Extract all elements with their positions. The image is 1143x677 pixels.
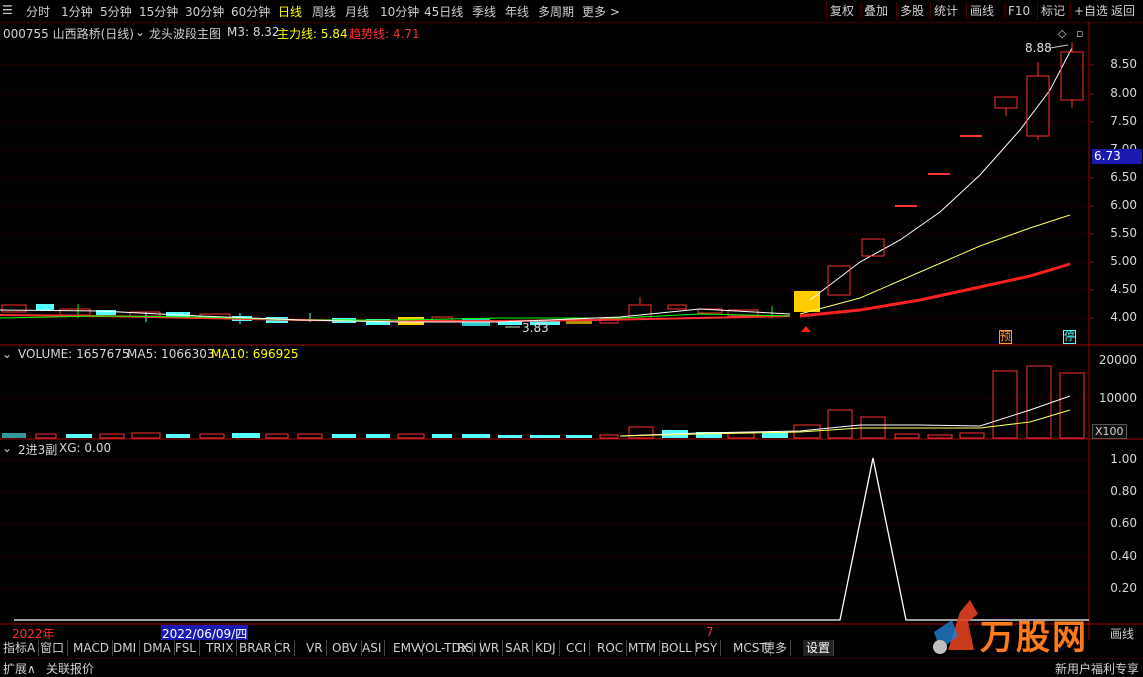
indicator-tab-7[interactable]: BRAR <box>236 640 276 656</box>
volume-value: VOLUME: 1657675 <box>18 347 130 361</box>
high-price-label: 8.88 <box>1025 41 1052 55</box>
window-icon[interactable]: ▫ <box>1076 27 1083 40</box>
sub-tick-label: 0.40 <box>1110 549 1137 563</box>
indicator-tab-22[interactable]: PSY <box>692 640 722 656</box>
price-tick-label: 4.50 <box>1110 282 1137 296</box>
sub-tick-label: 1.00 <box>1110 452 1137 466</box>
price-tick-label: 5.50 <box>1110 226 1137 240</box>
price-tick-label: 7.50 <box>1110 114 1137 128</box>
indicator-tab-5[interactable]: FSL <box>172 640 200 656</box>
indicator-tab-9[interactable]: VR <box>303 640 327 656</box>
month-label: 7 <box>706 625 714 639</box>
indicator-tab-8[interactable]: CR <box>271 640 295 656</box>
status-bar: 扩展∧ 关联报价 新用户福利专享 <box>0 658 1143 676</box>
indicator-tab-16[interactable]: SAR <box>502 640 534 656</box>
indicator-tab-3[interactable]: DMI <box>110 640 141 656</box>
chart-canvas[interactable] <box>0 0 1143 640</box>
price-tick-label: 6.00 <box>1110 198 1137 212</box>
price-tick-label: 8.00 <box>1110 86 1137 100</box>
indicator-tab-10[interactable]: OBV <box>329 640 362 656</box>
indicator-tab-0[interactable]: 指标A <box>0 640 40 656</box>
buy-arrow-icon <box>801 326 811 332</box>
new-user-promo[interactable]: 新用户福利专享 <box>1055 660 1139 677</box>
diamond-icon[interactable]: ◇ <box>1058 27 1066 40</box>
price-tick-label: 8.50 <box>1110 57 1137 71</box>
sub-collapse-icon[interactable]: ⌄ <box>2 441 12 455</box>
volume-axis-top: 20000 <box>1098 353 1137 367</box>
price-tick-label: 5.00 <box>1110 254 1137 268</box>
expand-button[interactable]: 扩展∧ <box>3 660 36 677</box>
axis-ticks <box>1089 64 1094 319</box>
indicator-tab-20[interactable]: MTM <box>625 640 661 656</box>
watermark-logo: 万股网 <box>918 592 1143 658</box>
indicator-tab-1[interactable]: 窗口 <box>37 640 69 656</box>
price-tick-label: 4.00 <box>1110 310 1137 324</box>
limit-up-marker: 停 <box>1063 330 1076 344</box>
price-tick-label: 6.50 <box>1110 170 1137 184</box>
logo-text: 万股网 <box>980 618 1088 658</box>
volume-axis-mid: 10000 <box>1098 391 1137 405</box>
low-price-label: 3.83 <box>522 321 549 335</box>
sub-indicator-name[interactable]: 2进3副 <box>18 441 57 458</box>
indicator-tab-25[interactable]: 设置 <box>803 640 835 656</box>
ma10-value: MA10: 696925 <box>211 347 299 361</box>
high-pointer <box>1049 44 1069 49</box>
sub-tick-label: 0.60 <box>1110 516 1137 530</box>
volume-unit: X100 <box>1092 424 1127 439</box>
xg-value: XG: 0.00 <box>59 441 112 455</box>
indicator-tab-2[interactable]: MACD <box>70 640 113 656</box>
indicator-tab-15[interactable]: WR <box>476 640 504 656</box>
indicator-tab-19[interactable]: ROC <box>594 640 628 656</box>
indicator-tab-24[interactable]: 更多 <box>760 640 792 656</box>
indicator-tab-11[interactable]: ASI <box>359 640 386 656</box>
linked-quote-button[interactable]: 关联报价 <box>46 660 94 677</box>
current-price-flag: 6.73 <box>1092 149 1142 164</box>
sub-tick-label: 0.80 <box>1110 484 1137 498</box>
volume-bars <box>2 365 1085 439</box>
indicator-tab-18[interactable]: CCI <box>563 640 591 656</box>
indicator-tab-4[interactable]: DMA <box>140 640 175 656</box>
indicator-tab-6[interactable]: TRIX <box>203 640 238 656</box>
pre-marker: 预 <box>999 330 1012 344</box>
ma5-value: MA5: 1066303 <box>127 347 215 361</box>
main-line <box>799 214 1071 315</box>
indicator-tab-17[interactable]: KDJ <box>532 640 560 656</box>
indicator-tab-21[interactable]: BOLL <box>658 640 696 656</box>
volume-collapse-icon[interactable]: ⌄ <box>2 347 12 361</box>
